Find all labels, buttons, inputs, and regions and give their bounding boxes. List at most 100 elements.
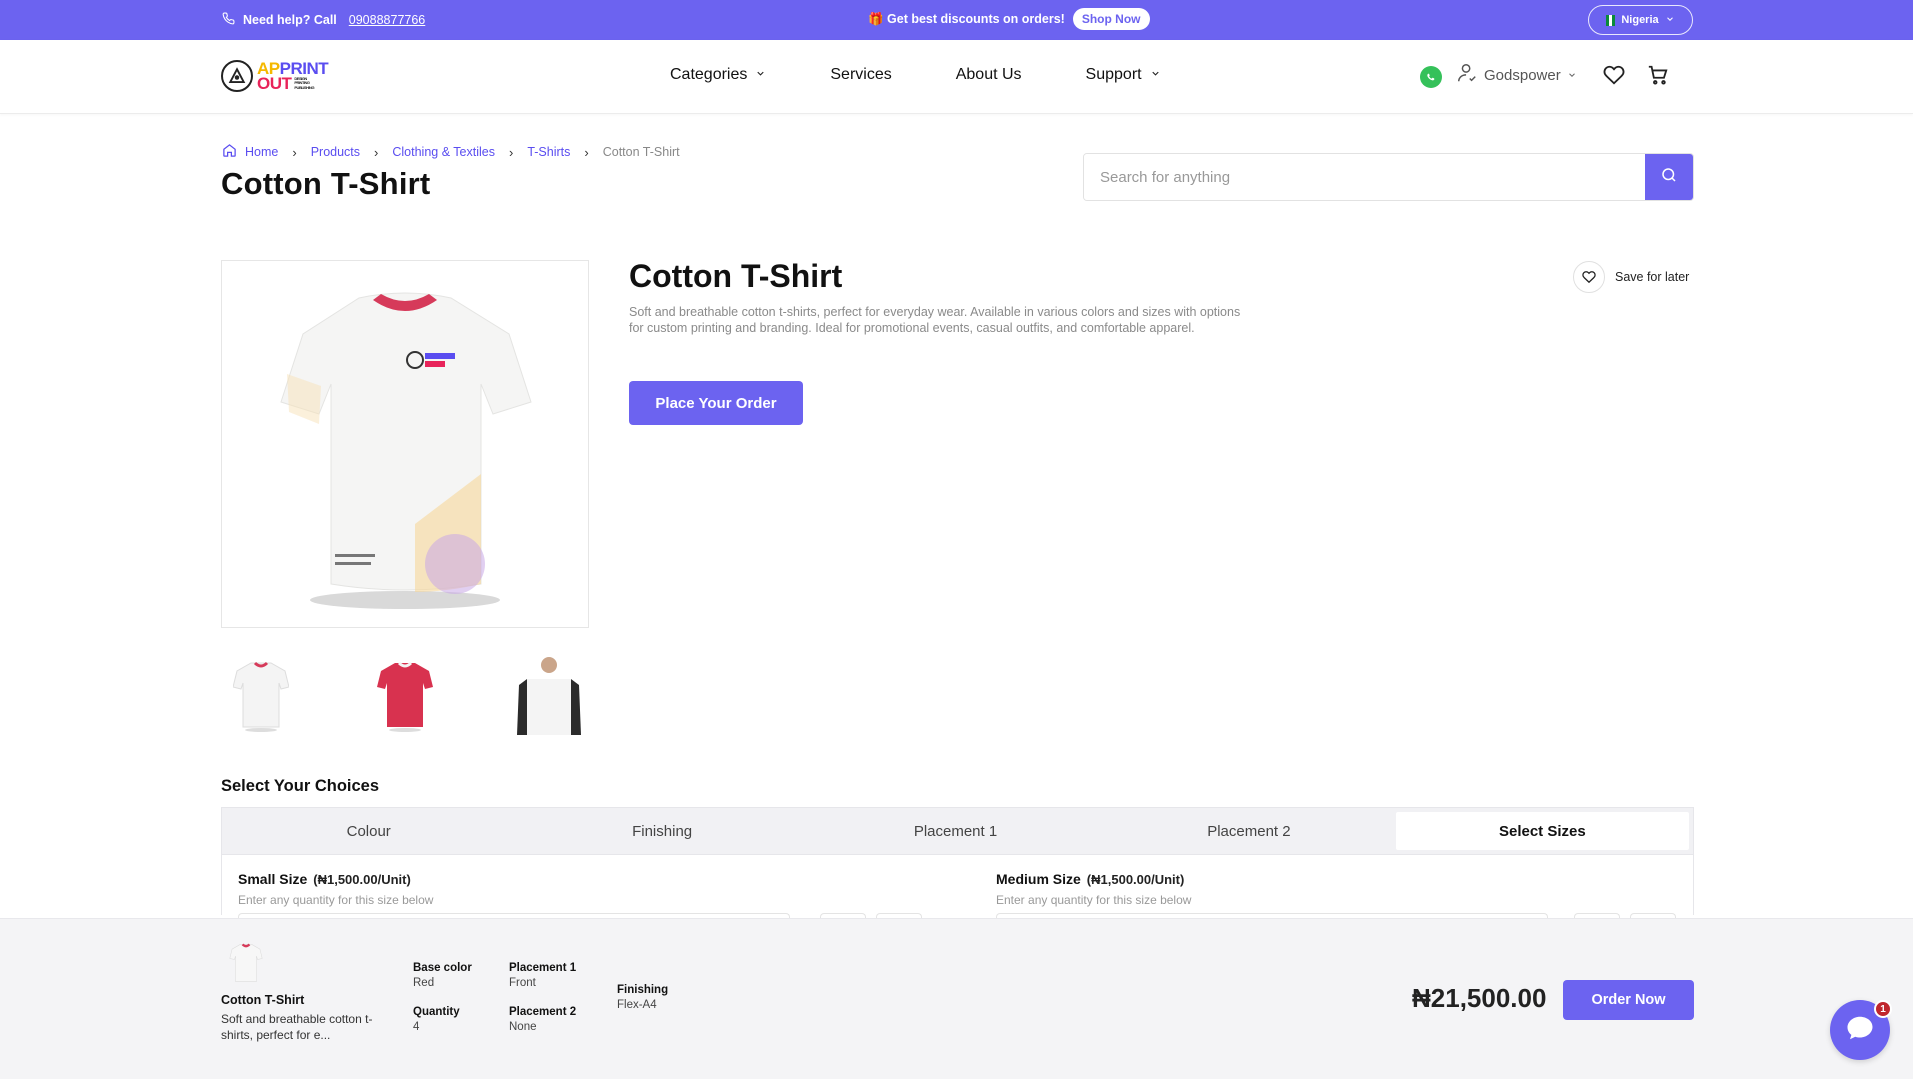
sizes-panel: Small Size (₦1,500.00/Unit) Enter any qua…: [221, 855, 1694, 933]
breadcrumb-clothing[interactable]: Clothing & Textiles: [392, 145, 495, 159]
chevron-down-icon: [1567, 67, 1577, 84]
chat-notification-badge: 1: [1874, 1000, 1892, 1018]
size-small-hint: Enter any quantity for this size below: [238, 893, 434, 907]
size-medium: Medium Size (₦1,500.00/Unit) Enter any qu…: [996, 871, 1191, 907]
choices-title: Select Your Choices: [221, 777, 380, 795]
nav-support-label: Support: [1085, 66, 1142, 83]
tshirt-white-image: [280, 292, 532, 609]
size-medium-price: (₦1,500.00/Unit): [1086, 872, 1185, 887]
tab-placement-2[interactable]: Placement 2: [1102, 808, 1395, 854]
chevron-down-icon: [755, 66, 766, 84]
help-contact: Need help? Call 09088877766: [222, 12, 425, 28]
chevron-right-icon: ›: [508, 144, 514, 160]
region-label: Nigeria: [1621, 14, 1659, 26]
summary-product-desc: Soft and breathable cotton t-shirts, per…: [221, 1012, 373, 1042]
product-main-image[interactable]: [221, 260, 589, 628]
thumbnail-white[interactable]: [221, 655, 301, 735]
main-nav: Categories Services About Us Support: [670, 66, 1161, 84]
save-for-later-label: Save for later: [1615, 270, 1690, 284]
search-bar: [1083, 153, 1694, 201]
nav-services[interactable]: Services: [830, 66, 891, 84]
spec-placement-2-label: Placement 2: [509, 1006, 577, 1018]
nav-categories[interactable]: Categories: [670, 66, 766, 84]
page-title: Cotton T-Shirt: [221, 166, 431, 201]
spec-placement-1-value: Front: [509, 977, 536, 989]
site-header: APPRINT OUT DESIGN PRINTING PUBLISHING Cat…: [0, 40, 1913, 114]
nav-services-label: Services: [830, 66, 892, 83]
breadcrumb-current: Cotton T-Shirt: [602, 145, 680, 159]
whatsapp-icon[interactable]: [1420, 66, 1442, 88]
spec-base-color-label: Base color: [413, 962, 472, 974]
summary-thumbnail: [226, 941, 266, 985]
help-phone-link[interactable]: 09088877766: [349, 13, 425, 27]
size-medium-name: Medium Size: [996, 871, 1081, 887]
nav-about-us[interactable]: About Us: [956, 66, 1022, 84]
chevron-right-icon: ›: [584, 144, 589, 160]
spec-finishing-value: Flex-A4: [617, 999, 657, 1011]
save-for-later[interactable]: Save for later: [1573, 261, 1689, 293]
spec-base-color-value: Red: [413, 977, 435, 989]
spec-quantity: Quantity 4: [413, 1006, 460, 1033]
logo-mark-icon: [221, 60, 253, 92]
thumbnail-model[interactable]: [509, 655, 589, 735]
search-button[interactable]: [1645, 154, 1693, 200]
shop-now-button[interactable]: Shop Now: [1072, 8, 1150, 30]
chat-bubble-icon: [1845, 1013, 1875, 1048]
order-summary-bar: Cotton T-Shirt Soft and breathable cotto…: [0, 918, 1913, 1079]
breadcrumb-tshirts[interactable]: T-Shirts: [527, 145, 570, 159]
help-label: Need help? Call: [243, 13, 337, 27]
phone-icon: [222, 12, 235, 28]
logo-out: OUT: [257, 74, 292, 93]
place-order-button[interactable]: Place Your Order: [629, 381, 803, 425]
choices-tabs: Colour Finishing Placement 1 Placement 2…: [221, 807, 1694, 855]
header-actions: Godspower: [1420, 62, 1691, 88]
promo-text: 🎁 Get best discounts on orders!: [868, 11, 1065, 26]
heart-icon: [1573, 261, 1605, 293]
size-small: Small Size (₦1,500.00/Unit) Enter any qua…: [238, 871, 433, 907]
thumbnail-strip: [221, 655, 589, 735]
tab-select-sizes[interactable]: Select Sizes: [1395, 812, 1690, 850]
tab-placement-1[interactable]: Placement 1: [809, 808, 1102, 854]
nav-categories-label: Categories: [670, 66, 748, 83]
region-selector[interactable]: Nigeria: [1588, 5, 1693, 35]
user-check-icon: [1456, 62, 1478, 88]
chevron-down-icon: [1150, 66, 1161, 84]
logo-tagline-3: PUBLISHING: [294, 84, 315, 90]
nav-support[interactable]: Support: [1086, 66, 1161, 84]
tab-colour[interactable]: Colour: [222, 808, 515, 854]
spec-finishing-label: Finishing: [617, 984, 669, 996]
breadcrumb: Home › Products › Clothing & Textiles › …: [222, 143, 680, 161]
thumbnail-red[interactable]: [365, 655, 445, 735]
order-now-button[interactable]: Order Now: [1563, 980, 1694, 1020]
spec-placement-2-value: None: [509, 1021, 537, 1033]
nav-about-label: About Us: [955, 66, 1022, 83]
nigeria-flag-icon: [1606, 14, 1616, 26]
breadcrumb-home-label: Home: [245, 145, 279, 159]
user-name: Godspower: [1484, 66, 1561, 84]
home-icon: [222, 143, 237, 161]
wishlist-heart-icon[interactable]: [1603, 64, 1625, 86]
spec-placement-1-label: Placement 1: [509, 962, 577, 974]
product-description: Soft and breathable cotton t-shirts, per…: [629, 305, 1241, 335]
size-medium-hint: Enter any quantity for this size below: [996, 893, 1192, 907]
size-small-price: (₦1,500.00/Unit): [313, 872, 411, 887]
product-title: Cotton T-Shirt: [629, 258, 843, 294]
chevron-right-icon: ›: [374, 144, 379, 160]
chevron-down-icon: [1665, 14, 1675, 27]
user-menu[interactable]: Godspower: [1456, 62, 1577, 88]
breadcrumb-products[interactable]: Products: [311, 145, 360, 159]
tab-finishing[interactable]: Finishing: [515, 808, 808, 854]
spec-finishing: Finishing Flex-A4: [617, 984, 668, 1011]
summary-product-name: Cotton T-Shirt: [221, 993, 305, 1007]
site-logo[interactable]: APPRINT OUT DESIGN PRINTING PUBLISHING: [221, 60, 329, 93]
cart-icon[interactable]: [1647, 64, 1669, 86]
chat-widget-button[interactable]: 1: [1830, 1000, 1892, 1060]
spec-placement-1: Placement 1 Front: [509, 962, 576, 989]
spec-quantity-value: 4: [413, 1021, 420, 1033]
spec-base-color: Base color Red: [413, 962, 472, 989]
spec-placement-2: Placement 2 None: [509, 1006, 576, 1033]
spec-quantity-label: Quantity: [413, 1006, 460, 1018]
announcement-bar: Need help? Call 09088877766 🎁 Get best d…: [0, 0, 1913, 40]
breadcrumb-home[interactable]: Home: [222, 143, 278, 161]
search-input[interactable]: [1084, 154, 1645, 200]
